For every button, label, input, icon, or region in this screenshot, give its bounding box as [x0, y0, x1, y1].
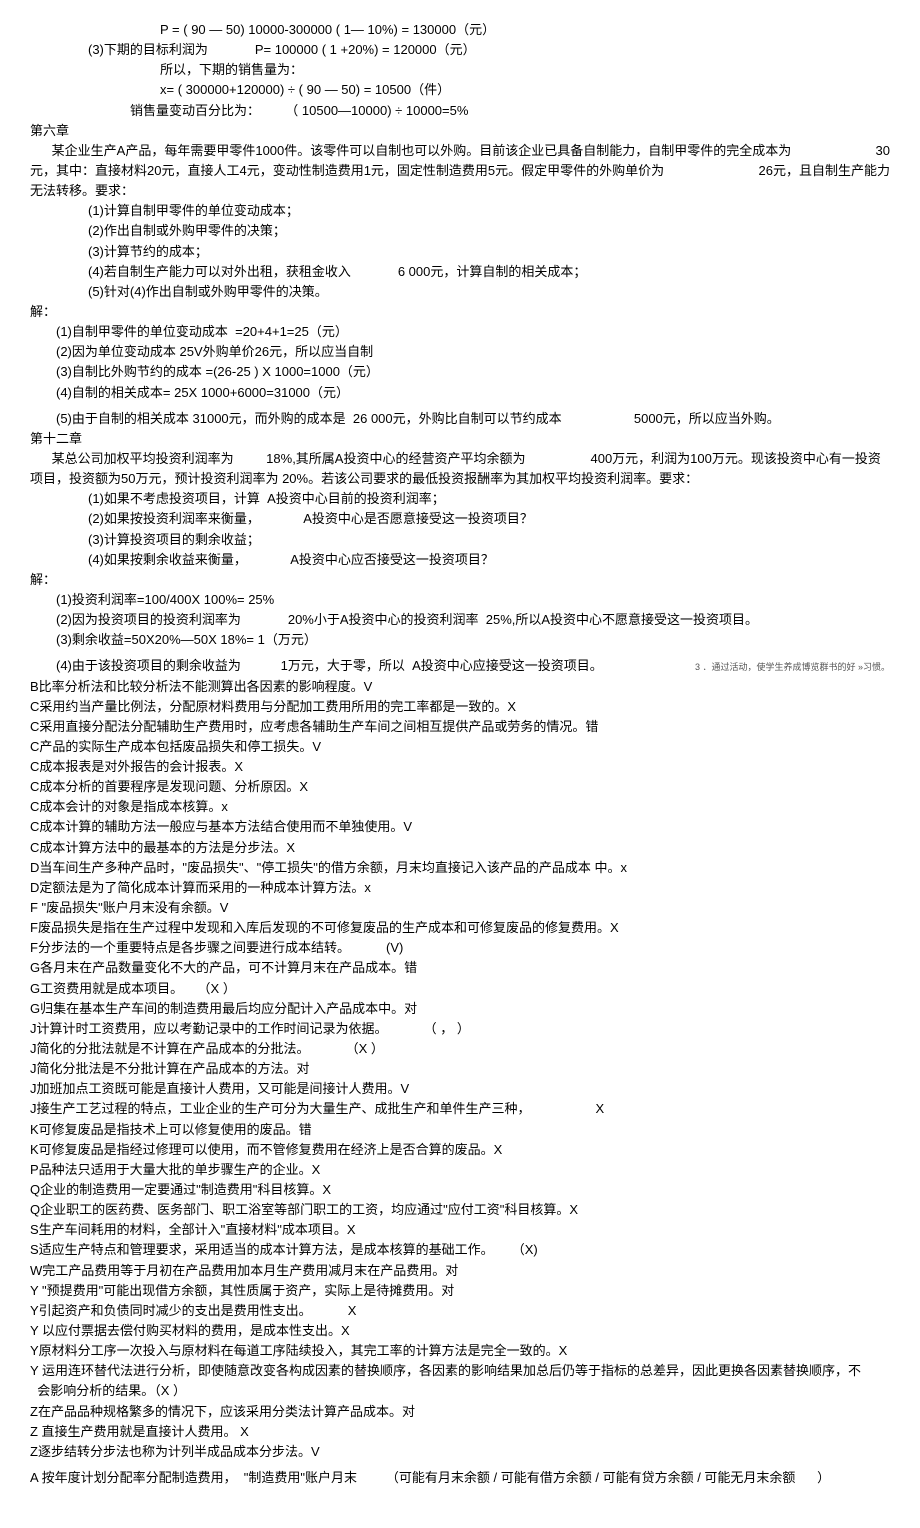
statement-line: J计算计时工资费用，应以考勤记录中的工作时间记录为依据。 （ ， ） [30, 1019, 890, 1039]
statement-line: G工资费用就是成本项目。 （X ） [30, 979, 890, 999]
statement-line: D定额法是为了简化成本计算而采用的一种成本计算方法。x [30, 878, 890, 898]
statement-line: Y引起资产和负债同时减少的支出是费用性支出。 X [30, 1301, 890, 1321]
chapter-heading: 第十二章 [30, 429, 890, 449]
solution-label: 解： [30, 570, 890, 590]
calc-line: (3)下期的目标利润为 P= 100000 ( 1 +20%) = 120000… [30, 40, 890, 60]
statement-line: C采用约当产量比例法，分配原材料费用与分配加工费用所用的完工率都是一致的。X [30, 697, 890, 717]
calc-line: 销售量变动百分比为： （ 10500—10000) ÷ 10000=5% [30, 101, 890, 121]
statement-line: S适应生产特点和管理要求，采用适当的成本计算方法，是成本核算的基础工作。 （X) [30, 1240, 890, 1260]
solution-line: (1)自制甲零件的单位变动成本 =20+4+1=25（元） [30, 322, 890, 342]
statement-line: Z 直接生产费用就是直接计人费用。 X [30, 1422, 890, 1442]
statement-line: J接生产工艺过程的特点，工业企业的生产可分为大量生产、成批生产和单件生产三种， … [30, 1099, 890, 1119]
statement-line: Y 以应付票据去偿付购买材料的费用，是成本性支出。X [30, 1321, 890, 1341]
statement-line: C产品的实际生产成本包括废品损失和停工损失。V [30, 737, 890, 757]
calc-line: P = ( 90 — 50) 10000-300000 ( 1— 10%) = … [30, 20, 890, 40]
statement-line: G各月末在产品数量变化不大的产品，可不计算月末在产品成本。错 [30, 958, 890, 978]
statement-line: F废品损失是指在生产过程中发现和入库后发现的不可修复废品的生产成本和可修复废品的… [30, 918, 890, 938]
statement-line: Y 运用连环替代法进行分析，即使随意改变各构成因素的替换顺序，各因素的影响结果加… [30, 1361, 890, 1381]
statement-line: W完工产品费用等于月初在产品费用加本月生产费用减月末在产品费用。对 [30, 1261, 890, 1281]
statement-line: A 按年度计划分配率分配制造费用， "制造费用"账户月末 （可能有月末余额 / … [30, 1468, 890, 1488]
paragraph-line: 某企业生产A产品，每年需要甲零件1000件。该零件可以自制也可以外购。目前该企业… [30, 141, 890, 161]
statement-line: Q企业的制造费用一定要通过"制造费用"科目核算。X [30, 1180, 890, 1200]
footnote-text: 3 ．通过活动，使学生养成博览群书的好 »习惯。 [603, 661, 890, 675]
statement-line: C采用直接分配法分配辅助生产费用时，应考虑各辅助生产车间之间相互提供产品或劳务的… [30, 717, 890, 737]
list-item: (3)计算节约的成本； [30, 242, 890, 262]
solution-line: (2)因为投资项目的投资利润率为 20%小于A投资中心的投资利润率 25%,所以… [30, 610, 890, 630]
statement-line: G归集在基本生产车间的制造费用最后均应分配计入产品成本中。对 [30, 999, 890, 1019]
statement-line: Q企业职工的医药费、医务部门、职工浴室等部门职工的工资，均应通过"应付工资"科目… [30, 1200, 890, 1220]
statement-line: Y原材料分工序一次投入与原材料在每道工序陆续投入，其完工率的计算方法是完全一致的… [30, 1341, 890, 1361]
calc-line: x= ( 300000+120000) ÷ ( 90 — 50) = 10500… [30, 80, 890, 100]
statement-line: Y "预提费用"可能出现借方余额，其性质属于资产，实际上是待摊费用。对 [30, 1281, 890, 1301]
statement-line: P品种法只适用于大量大批的单步骤生产的企业。X [30, 1160, 890, 1180]
statement-line: C成本计算方法中的最基本的方法是分步法。X [30, 838, 890, 858]
solution-line: (3)自制比外购节约的成本 =(26-25 ) X 1000=1000（元） [30, 362, 890, 382]
document-page: P = ( 90 — 50) 10000-300000 ( 1— 10%) = … [0, 0, 920, 1528]
list-item: (3)计算投资项目的剩余收益； [30, 530, 890, 550]
solution-line: (3)剩余收益=50X20%—50X 18%= 1（万元） [30, 630, 890, 650]
solution-line: (4)由于该投资项目的剩余收益为 1万元，大于零，所以 A投资中心应接受这一投资… [56, 656, 603, 676]
list-item: (2)作出自制或外购甲零件的决策； [30, 221, 890, 241]
list-item: (4)若自制生产能力可以对外出租，获租金收入 6 000元，计算自制的相关成本； [30, 262, 890, 282]
statement-line: J加班加点工资既可能是直接计人费用，又可能是间接计人费用。V [30, 1079, 890, 1099]
list-item: (2)如果按投资利润率来衡量， A投资中心是否愿意接受这一投资项目？ [30, 509, 890, 529]
number-30: 30 [836, 141, 890, 161]
statement-line: Z在产品品种规格繁多的情况下，应该采用分类法计算产品成本。对 [30, 1402, 890, 1422]
text: 元，其中：直接材料20元，直接人工4元，变动性制造费用1元，固定性制造费用5元。… [30, 161, 699, 181]
statement-line: J简化分批法是不分批计算在产品成本的方法。对 [30, 1059, 890, 1079]
paragraph-line: 无法转移。要求： [30, 181, 890, 201]
solution-line: (2)因为单位变动成本 25V外购单价26元，所以应当自制 [30, 342, 890, 362]
solution-with-footnote: (4)由于该投资项目的剩余收益为 1万元，大于零，所以 A投资中心应接受这一投资… [30, 656, 890, 676]
statement-line: F "废品损失"账户月末没有余额。V [30, 898, 890, 918]
statement-line: K可修复废品是指经过修理可以使用，而不管修复费用在经济上是否合算的废品。X [30, 1140, 890, 1160]
statement-line: F分步法的一个重要特点是各步骤之间要进行成本结转。 (V) [30, 938, 890, 958]
solution-line: (1)投资利润率=100/400X 100%= 25% [30, 590, 890, 610]
solution-line: (5)由于自制的相关成本 31000元，而外购的成本是 26 000元，外购比自… [30, 409, 890, 429]
statement-line: C成本会计的对象是指成本核算。x [30, 797, 890, 817]
statement-line: C成本分析的首要程序是发现问题、分析原因。X [30, 777, 890, 797]
solution-label: 解： [30, 302, 890, 322]
statement-line: 会影响分析的结果。（X ） [30, 1381, 890, 1401]
statement-line: C成本计算的辅助方法一般应与基本方法结合使用而不单独使用。V [30, 817, 890, 837]
list-item: (5)针对(4)作出自制或外购甲零件的决策。 [30, 282, 890, 302]
statement-line: C成本报表是对外报告的会计报表。X [30, 757, 890, 777]
list-item: (1)计算自制甲零件的单位变动成本； [30, 201, 890, 221]
calc-line: 所以，下期的销售量为： [30, 60, 890, 80]
statement-line: S生产车间耗用的材料，全部计入"直接材料"成本项目。X [30, 1220, 890, 1240]
text: 某企业生产A产品，每年需要甲零件1000件。该零件可以自制也可以外购。目前该企业… [30, 141, 836, 161]
statement-line: B比率分析法和比较分析法不能测算出各因素的影响程度。V [30, 677, 890, 697]
statement-line: Z逐步结转分步法也称为计列半成品成本分步法。V [30, 1442, 890, 1462]
chapter-heading: 第六章 [30, 121, 890, 141]
solution-line: (4)自制的相关成本= 25X 1000+6000=31000（元） [30, 383, 890, 403]
paragraph-line: 某总公司加权平均投资利润率为 18%,其所属A投资中心的经营资产平均余额为 40… [30, 449, 890, 469]
list-item: (4)如果按剩余收益来衡量， A投资中心应否接受这一投资项目？ [30, 550, 890, 570]
number-26: 26元，且自制生产能力 [699, 161, 890, 181]
paragraph-line: 元，其中：直接材料20元，直接人工4元，变动性制造费用1元，固定性制造费用5元。… [30, 161, 890, 181]
statement-line: K可修复废品是指技术上可以修复使用的废品。错 [30, 1120, 890, 1140]
statement-line: D当车间生产多种产品时，"废品损失"、"停工损失"的借方余额，月末均直接记入该产… [30, 858, 890, 878]
statement-line: J简化的分批法就是不计算在产品成本的分批法。 （X ） [30, 1039, 890, 1059]
paragraph-line: 项目，投资额为50万元，预计投资利润率为 20%。若该公司要求的最低投资报酬率为… [30, 469, 890, 489]
list-item: (1)如果不考虑投资项目，计算 A投资中心目前的投资利润率； [30, 489, 890, 509]
